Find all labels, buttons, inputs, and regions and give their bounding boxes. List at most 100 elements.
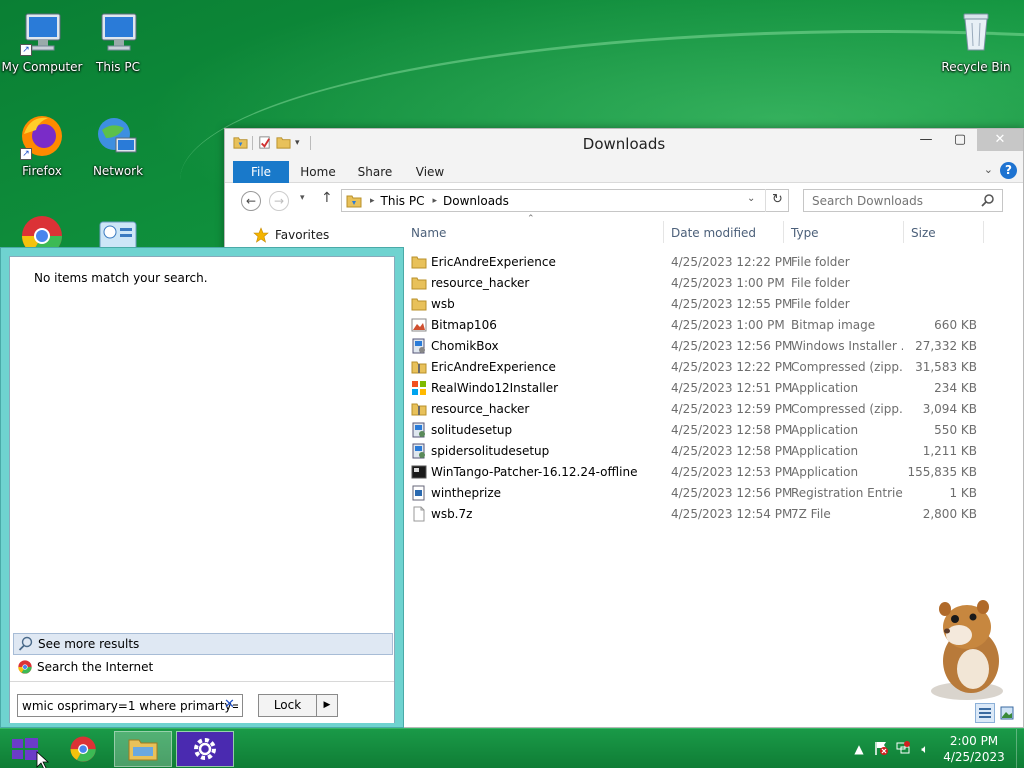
zip-folder-icon [411,403,427,416]
expand-ribbon-icon[interactable]: ⌄ [984,163,993,176]
file-size: 550 KB [934,423,977,437]
desktop-icon-firefox[interactable]: ↗ Firefox [0,112,84,178]
file-date: 4/25/2023 12:59 PM [671,402,793,416]
file-type: Compressed (zipp... [791,360,903,374]
column-header-size[interactable]: Size [911,226,936,240]
folder-icon [411,256,427,269]
details-view-button[interactable] [975,703,995,723]
file-row[interactable]: WinTango-Patcher-16.12.24-offline 4/25/20… [403,462,1023,483]
file-name: EricAndreExperience [431,360,556,374]
file-row[interactable]: RealWindo12Installer 4/25/2023 12:51 PM Ap… [403,378,1023,399]
file-row[interactable]: wsb.7z 4/25/2023 12:54 PM 7Z File 2,800 KB [403,504,1023,525]
file-date: 4/25/2023 12:22 PM [671,255,793,269]
breadcrumb-separator-icon[interactable]: ▸ [432,196,437,206]
power-options-arrow-icon[interactable]: ▶ [317,695,337,716]
file-date: 4/25/2023 1:00 PM [671,318,785,332]
maximize-button[interactable]: ▢ [943,129,977,151]
search-internet-label: Search the Internet [37,660,154,674]
show-desktop-button[interactable] [1016,729,1024,768]
column-divider[interactable] [983,221,984,243]
taskbar-settings[interactable] [176,731,234,767]
file-row[interactable]: resource_hacker 4/25/2023 1:00 PM File fol… [403,273,1023,294]
file-size: 31,583 KB [915,360,977,374]
file-row[interactable]: Bitmap106 4/25/2023 1:00 PM Bitmap image 66… [403,315,1023,336]
desktop-icon-recycle-bin[interactable]: Recycle Bin [934,8,1018,74]
nav-item-favorites[interactable]: Favorites [253,227,329,243]
tab-home[interactable]: Home [295,161,341,183]
file-type: Application [791,381,859,395]
details-view-icon [979,708,991,718]
window-title: Downloads [582,135,666,153]
file-row[interactable]: wintheprize 4/25/2023 12:56 PM Registratio… [403,483,1023,504]
tab-file[interactable]: File [233,161,289,183]
file-date: 4/25/2023 12:51 PM [671,381,793,395]
start-button[interactable] [0,729,50,768]
file-size: 3,094 KB [922,402,977,416]
column-header-date[interactable]: Date modified [671,226,756,240]
search-icon [18,636,33,651]
help-icon[interactable]: ? [1000,162,1017,179]
file-row[interactable]: EricAndreExperience 4/25/2023 12:22 PM Com… [403,357,1023,378]
tab-view[interactable]: View [407,161,453,183]
up-button[interactable]: ↑ [321,190,333,206]
column-header-name[interactable]: Name [411,226,446,240]
file-date: 4/25/2023 12:56 PM [671,339,793,353]
no-results-message: No items match your search. [34,271,208,285]
tab-share[interactable]: Share [351,161,399,183]
minimize-button[interactable]: — [909,129,943,151]
column-header-type[interactable]: Type [791,226,819,240]
back-button[interactable]: ← [241,191,261,211]
breadcrumb-downloads[interactable]: Downloads [443,194,509,208]
column-divider[interactable] [903,221,904,243]
taskbar-file-explorer[interactable] [114,731,172,767]
close-button[interactable]: ✕ [977,129,1023,151]
desktop-icon-my-computer[interactable]: ↗ My Computer [0,8,84,74]
file-size: 155,835 KB [907,465,977,479]
hamster-mascot-icon [931,600,1003,700]
file-row[interactable]: spidersolitudesetup 4/25/2023 12:58 PM App… [403,441,1023,462]
action-center-flag-icon[interactable] [870,740,892,759]
address-dropdown-icon[interactable]: ⌄ [747,193,755,204]
large-icons-view-button[interactable] [997,703,1017,723]
search-input[interactable] [803,189,1003,212]
file-row[interactable]: wsb 4/25/2023 12:55 PM File folder [403,294,1023,315]
clear-search-icon[interactable]: ✕ [224,697,235,712]
file-name: wsb.7z [431,507,473,521]
address-bar[interactable]: ▸ This PC ▸ Downloads [341,189,789,212]
desktop-icon-network[interactable]: Network [76,112,160,178]
lock-button[interactable]: Lock ▶ [258,694,338,717]
file-explorer-icon [128,739,158,761]
file-name: RealWindo12Installer [431,381,559,395]
file-name: spidersolitudesetup [431,444,550,458]
volume-icon[interactable]: 🔈︎ [914,742,936,757]
breadcrumb-separator-icon[interactable]: ▸ [370,196,375,206]
file-row[interactable]: EricAndreExperience 4/25/2023 12:22 PM Fil… [403,252,1023,273]
taskbar-chrome[interactable] [54,731,112,767]
window-controls: — ▢ ✕ [909,129,1023,151]
show-hidden-icons-icon[interactable]: ▲ [848,742,870,756]
file-row[interactable]: resource_hacker 4/25/2023 12:59 PM Compres… [403,399,1023,420]
clock[interactable]: 2:00 PM 4/25/2023 [936,733,1012,765]
title-bar[interactable]: ▾ Downloads — ▢ ✕ [225,129,1023,159]
see-more-results-button[interactable]: See more results [13,633,393,655]
breadcrumb-this-pc[interactable]: This PC [381,194,425,208]
recent-locations-icon[interactable]: ▾ [300,193,305,203]
star-icon [253,227,269,243]
column-divider[interactable] [783,221,784,243]
column-divider[interactable] [663,221,664,243]
file-row[interactable]: ChomikBox 4/25/2023 12:56 PM Windows Insta… [403,336,1023,357]
desktop-icon-this-pc[interactable]: This PC [76,8,160,74]
forward-button[interactable]: → [269,191,289,211]
search-icon[interactable] [981,193,995,207]
windows-app-icon [412,381,426,395]
refresh-button[interactable]: ↻ [765,189,789,212]
network-status-icon[interactable] [892,740,914,759]
start-search-input[interactable] [17,694,243,717]
file-size: 660 KB [934,318,977,332]
search-internet-button[interactable]: Search the Internet [13,656,393,678]
file-row[interactable]: solitudesetup 4/25/2023 12:58 PM Applicati… [403,420,1023,441]
search-results-area: No items match your search. See more res… [9,256,395,723]
file-type: Bitmap image [791,318,876,332]
desktop-icon-label: Network [92,164,144,178]
file-name: solitudesetup [431,423,513,437]
